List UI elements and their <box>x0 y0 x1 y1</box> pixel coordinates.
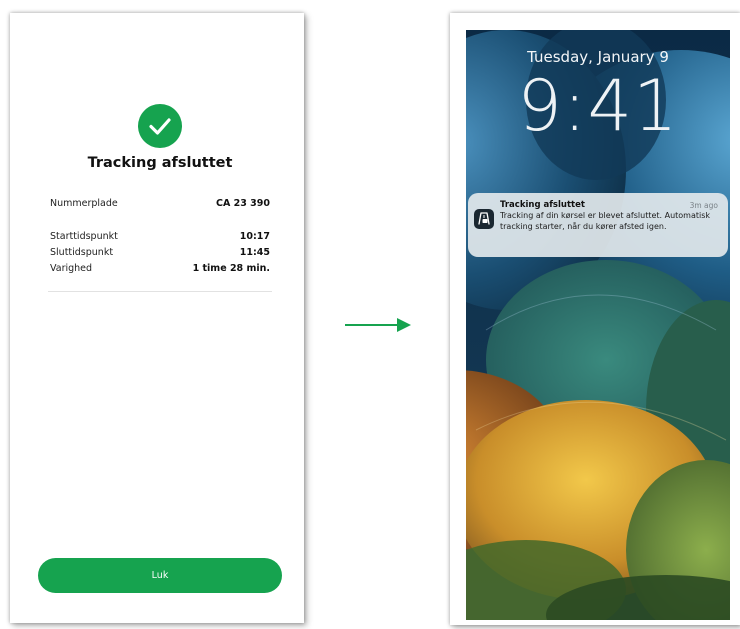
notification-title: Tracking afsluttet <box>500 200 585 210</box>
detail-label: Sluttidspunkt <box>50 247 114 258</box>
lock-screen-date: Tuesday, January 9 <box>527 48 669 66</box>
app-screen: Tracking afsluttet Nummerplade CA 23 390… <box>10 13 304 623</box>
detail-value: 10:17 <box>239 231 270 242</box>
notification-time: 3m ago <box>689 201 718 210</box>
detail-label: Starttidspunkt <box>50 231 118 242</box>
notification-card[interactable]: Tracking afsluttet 3m ago Tracking af di… <box>468 193 728 257</box>
check-icon <box>138 104 182 148</box>
lock-screen-wallpaper: Tuesday, January 9 9:41 <box>466 30 730 620</box>
detail-value: 11:45 <box>239 247 270 258</box>
app-icon <box>474 209 494 229</box>
detail-value: CA 23 390 <box>216 198 270 209</box>
arrow-right-icon <box>345 316 413 338</box>
detail-value: 1 time 28 min. <box>192 263 270 274</box>
lock-screen-frame: Tuesday, January 9 9:41 Tracking afslutt… <box>450 13 740 625</box>
page-title: Tracking afsluttet <box>87 155 233 171</box>
detail-label: Varighed <box>50 263 93 274</box>
notification-body: Tracking af din kørsel er blevet afslutt… <box>500 211 711 231</box>
lock-screen-time: 9:41 <box>517 65 679 147</box>
divider <box>48 291 272 292</box>
detail-label: Nummerplade <box>50 198 118 209</box>
close-button[interactable]: Luk <box>38 558 282 593</box>
